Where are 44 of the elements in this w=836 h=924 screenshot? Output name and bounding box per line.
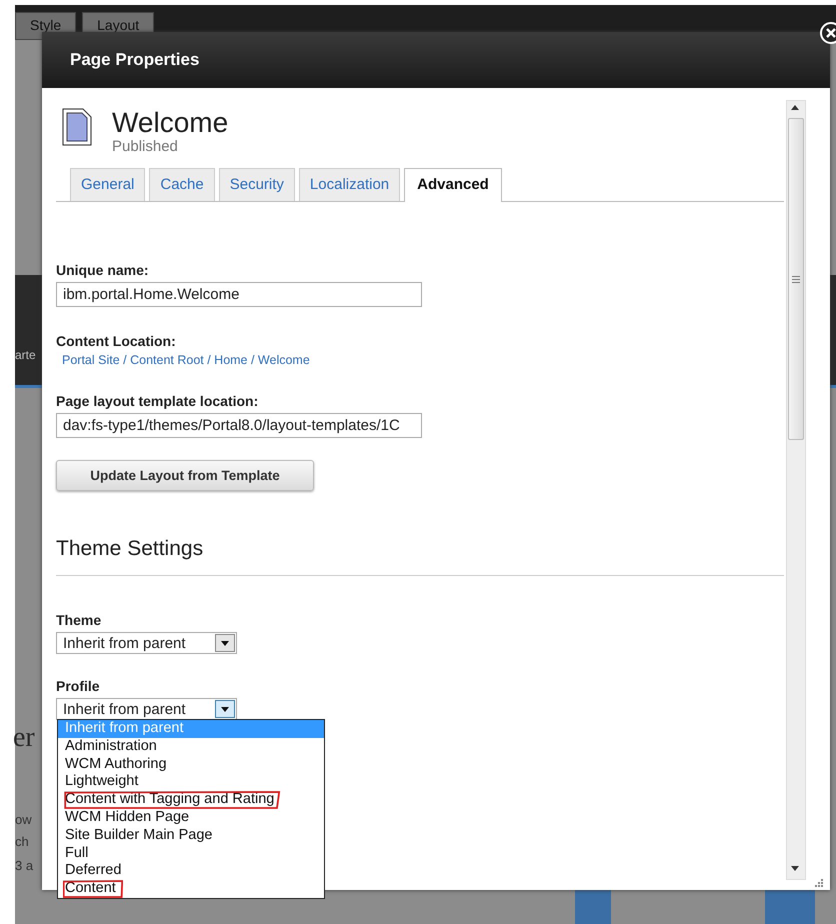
text-field[interactable]: ibm.portal.Home.Welcome xyxy=(56,282,422,307)
scrollbar-thumb[interactable] xyxy=(788,118,804,440)
text-field[interactable]: dav:fs-type1/themes/Portal8.0/layout-templates/1C xyxy=(56,413,422,438)
background-text: arte xyxy=(15,348,37,362)
field-label: Content Location: xyxy=(56,333,177,349)
dialog-title: Page Properties xyxy=(70,50,200,70)
field-label: Page layout template location: xyxy=(56,393,260,409)
scrollbar[interactable] xyxy=(786,100,806,880)
dropdown-option[interactable]: Full xyxy=(58,844,324,862)
caret-icon xyxy=(221,640,229,646)
grip-icon xyxy=(792,276,800,282)
field-label: Unique name: xyxy=(56,262,150,278)
background-text: ow xyxy=(15,812,33,827)
background-block xyxy=(575,890,611,924)
dropdown-option[interactable]: Deferred xyxy=(58,862,324,880)
tab[interactable]: Security xyxy=(218,168,295,201)
background-text: 3 a xyxy=(15,858,34,873)
tab[interactable]: Cache xyxy=(149,168,215,201)
background-text: ch xyxy=(15,834,30,849)
update-layout-button[interactable]: Update Layout from Template xyxy=(56,460,314,491)
scroll-up-icon[interactable] xyxy=(791,105,799,110)
tab[interactable]: General xyxy=(70,168,146,201)
breadcrumb-link[interactable]: Portal Site / Content Root / Home / Welcome xyxy=(56,353,786,367)
page-status: Published xyxy=(112,138,179,155)
dropdown-option[interactable]: Content xyxy=(58,880,324,898)
dropdown-option[interactable]: WCM Authoring xyxy=(58,756,324,774)
tab[interactable]: Localization xyxy=(298,168,400,201)
tab[interactable]: Advanced xyxy=(404,168,502,202)
dropdown-option[interactable]: Lightweight xyxy=(58,773,324,792)
page-name: Welcome xyxy=(112,108,228,138)
dropdown[interactable]: Inherit from parent xyxy=(56,632,237,654)
field-label: Theme xyxy=(56,612,102,628)
dropdown-option[interactable]: WCM Hidden Page xyxy=(58,808,324,827)
section-heading: Theme Settings xyxy=(56,537,784,576)
scroll-down-icon[interactable] xyxy=(791,866,799,871)
field-label: Profile xyxy=(56,678,101,694)
dropdown-option[interactable]: Administration xyxy=(58,738,324,756)
dropdown-option[interactable]: Content with Tagging and Rating xyxy=(58,791,324,809)
close-icon xyxy=(826,28,836,38)
background-block xyxy=(765,890,815,924)
resize-grip-icon[interactable] xyxy=(814,878,824,888)
dropdown-option[interactable]: Site Builder Main Page xyxy=(58,826,324,845)
caret-icon xyxy=(221,706,229,712)
page-icon xyxy=(62,108,92,146)
